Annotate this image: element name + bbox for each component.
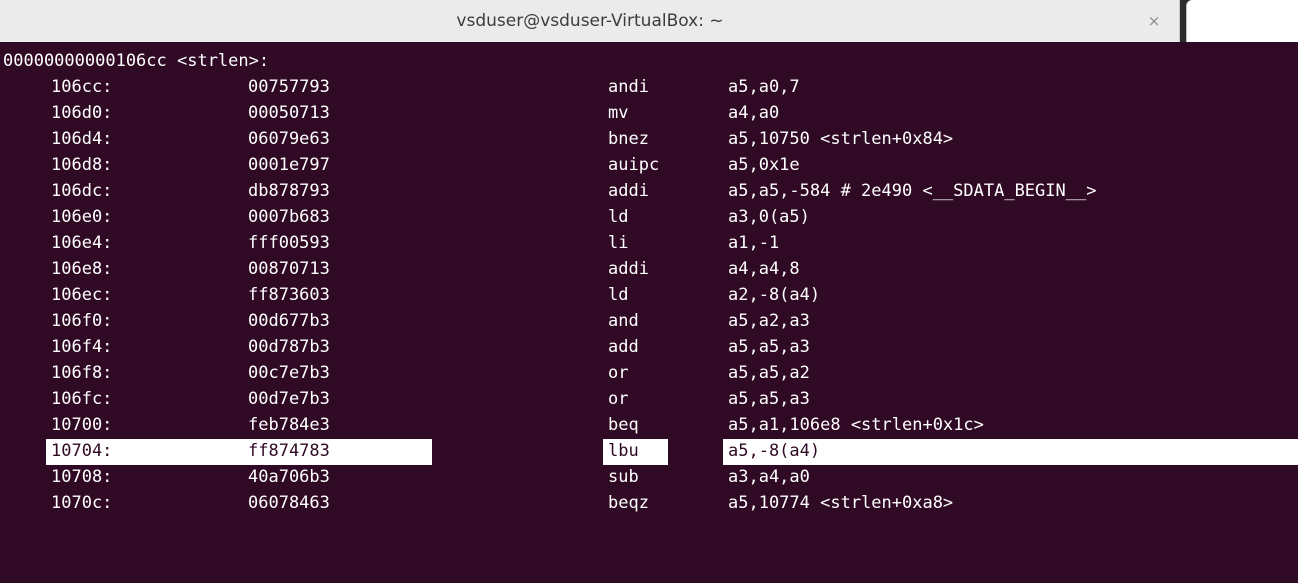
- machine-code: 00757793: [248, 77, 330, 97]
- address: 106ec:: [51, 285, 113, 305]
- mnemonic: li: [608, 233, 629, 253]
- operands: a5,-8(a4): [728, 441, 821, 461]
- tab-inactive[interactable]: [1186, 0, 1298, 42]
- mnemonic: ld: [608, 207, 629, 227]
- mnemonic: add: [608, 337, 639, 357]
- operands: a5,a5,-584 # 2e490 <__SDATA_BEGIN__>: [728, 181, 1097, 201]
- address: 106f4:: [51, 337, 113, 357]
- address: 106e8:: [51, 259, 113, 279]
- operands: a5,10774 <strlen+0xa8>: [728, 493, 954, 513]
- operands: a3,0(a5): [728, 207, 810, 227]
- instruction-row[interactable]: 106d4: 06079e63 bnez a5,10750 <strlen+0x84>: [0, 126, 1298, 152]
- machine-code: 0007b683: [248, 207, 330, 227]
- mnemonic: and: [608, 311, 639, 331]
- terminal-content[interactable]: 00000000000106cc <strlen>: 106cc: 0075779…: [0, 42, 1298, 583]
- operands: a5,a5,a2: [728, 363, 810, 383]
- instruction-row[interactable]: 106f0: 00d677b3 and a5,a2,a3: [0, 308, 1298, 334]
- operands: a5,a0,7: [728, 77, 800, 97]
- address: 106f0:: [51, 311, 113, 331]
- address: 106fc:: [51, 389, 113, 409]
- instruction-row[interactable]: 106fc: 00d7e7b3 or a5,a5,a3: [0, 386, 1298, 412]
- mnemonic: beqz: [608, 493, 649, 513]
- machine-code: 06079e63: [248, 129, 330, 149]
- machine-code: 00050713: [248, 103, 330, 123]
- tab-active[interactable]: vsduser@vsduser-VirtualBox: ~ ×: [0, 0, 1180, 42]
- machine-code: ff874783: [248, 441, 330, 461]
- machine-code: ff873603: [248, 285, 330, 305]
- machine-code: 00d7e7b3: [248, 389, 330, 409]
- machine-code: 06078463: [248, 493, 330, 513]
- instruction-row[interactable]: 106e8: 00870713 addi a4,a4,8: [0, 256, 1298, 282]
- address: 106d0:: [51, 103, 113, 123]
- operands: a5,a5,a3: [728, 337, 810, 357]
- address: 10700:: [51, 415, 113, 435]
- instruction-row[interactable]: 106d8: 0001e797 auipc a5,0x1e: [0, 152, 1298, 178]
- address: 10708:: [51, 467, 113, 487]
- mnemonic: ld: [608, 285, 629, 305]
- machine-code: db878793: [248, 181, 330, 201]
- machine-code: 00d677b3: [248, 311, 330, 331]
- mnemonic: andi: [608, 77, 649, 97]
- terminal-window: vsduser@vsduser-VirtualBox: ~ × 00000000…: [0, 0, 1298, 583]
- machine-code: 00c7e7b3: [248, 363, 330, 383]
- address: 106f8:: [51, 363, 113, 383]
- operands: a5,a5,a3: [728, 389, 810, 409]
- operands: a4,a0: [728, 103, 780, 123]
- address: 106dc:: [51, 181, 113, 201]
- machine-code: 00870713: [248, 259, 330, 279]
- address: 106e0:: [51, 207, 113, 227]
- operands: a3,a4,a0: [728, 467, 810, 487]
- mnemonic: mv: [608, 103, 629, 123]
- instruction-row[interactable]: 106dc: db878793 addi a5,a5,-584 # 2e490 <__…: [0, 178, 1298, 204]
- address: 1070c:: [51, 493, 113, 513]
- mnemonic: bnez: [608, 129, 649, 149]
- address: 10704:: [51, 441, 113, 461]
- mnemonic: auipc: [608, 155, 660, 175]
- address: 106cc:: [51, 77, 113, 97]
- operands: a4,a4,8: [728, 259, 800, 279]
- operands: a5,10750 <strlen+0x84>: [728, 129, 954, 149]
- title-bar: vsduser@vsduser-VirtualBox: ~ ×: [0, 0, 1298, 42]
- mnemonic: lbu: [608, 441, 639, 461]
- window-title: vsduser@vsduser-VirtualBox: ~: [456, 11, 724, 31]
- instruction-row[interactable]: 106f8: 00c7e7b3 or a5,a5,a2: [0, 360, 1298, 386]
- instruction-row[interactable]: 10700: feb784e3 beq a5,a1,106e8 <strlen+0x1…: [0, 412, 1298, 438]
- instruction-row[interactable]: 106cc: 00757793 andi a5,a0,7: [0, 74, 1298, 100]
- instruction-row[interactable]: 106e4: fff00593 li a1,-1: [0, 230, 1298, 256]
- instruction-row[interactable]: 1070c: 06078463 beqz a5,10774 <strlen+0xa8>: [0, 490, 1298, 516]
- address: 106d4:: [51, 129, 113, 149]
- machine-code: 40a706b3: [248, 467, 330, 487]
- operands: a5,a2,a3: [728, 311, 810, 331]
- close-icon[interactable]: ×: [1142, 9, 1166, 33]
- machine-code: 00d787b3: [248, 337, 330, 357]
- instruction-row-selected[interactable]: 10704: ff874783 lbu a5,-8(a4): [0, 438, 1298, 465]
- instruction-row[interactable]: 106d0: 00050713 mv a4,a0: [0, 100, 1298, 126]
- operands: a2,-8(a4): [728, 285, 821, 305]
- mnemonic: beq: [608, 415, 639, 435]
- mnemonic: addi: [608, 259, 649, 279]
- mnemonic: sub: [608, 467, 639, 487]
- address: 106d8:: [51, 155, 113, 175]
- machine-code: fff00593: [248, 233, 330, 253]
- operands: a1,-1: [728, 233, 780, 253]
- address: 106e4:: [51, 233, 113, 253]
- operands: a5,a1,106e8 <strlen+0x1c>: [728, 415, 984, 435]
- disassembly-header: 00000000000106cc <strlen>:: [3, 51, 270, 71]
- machine-code: feb784e3: [248, 415, 330, 435]
- mnemonic: or: [608, 389, 629, 409]
- machine-code: 0001e797: [248, 155, 330, 175]
- instruction-row[interactable]: 10708: 40a706b3 sub a3,a4,a0: [0, 464, 1298, 490]
- mnemonic: or: [608, 363, 629, 383]
- instruction-row[interactable]: 106ec: ff873603 ld a2,-8(a4): [0, 282, 1298, 308]
- instruction-row[interactable]: 106f4: 00d787b3 add a5,a5,a3: [0, 334, 1298, 360]
- mnemonic: addi: [608, 181, 649, 201]
- operands: a5,0x1e: [728, 155, 800, 175]
- instruction-row[interactable]: 106e0: 0007b683 ld a3,0(a5): [0, 204, 1298, 230]
